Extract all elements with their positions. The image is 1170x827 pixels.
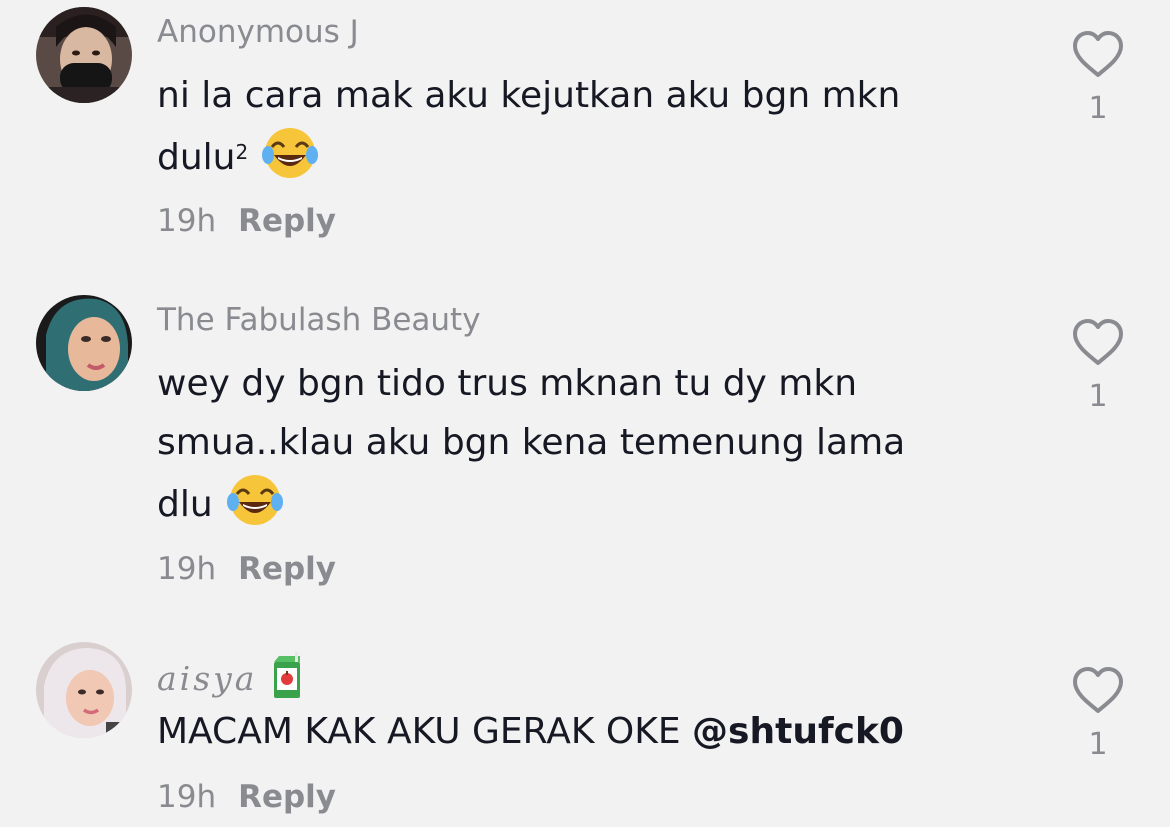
- comment-text: wey dy bgn tido trus mknan tu dy mkn smu…: [157, 354, 1027, 531]
- reply-button[interactable]: Reply: [238, 779, 336, 815]
- comment-meta: 19h Reply: [157, 206, 336, 237]
- like-control: 1: [1070, 666, 1126, 760]
- heart-icon[interactable]: [1071, 30, 1125, 80]
- comment-text-line: smua..klau aku bgn kena temenung lama: [157, 422, 906, 463]
- laughing-emoji-icon: [226, 475, 283, 525]
- comment-text-line: wey dy bgn tido trus mknan tu dy mkn: [157, 363, 858, 404]
- comment-time: 19h: [157, 551, 217, 587]
- avatar[interactable]: [36, 7, 132, 103]
- reply-button[interactable]: Reply: [238, 203, 336, 239]
- avatar[interactable]: [36, 642, 132, 738]
- juice-box-icon: [274, 652, 301, 698]
- comment-text: MACAM KAK AKU GERAK OKE @shtufck0: [157, 702, 1027, 761]
- heart-icon[interactable]: [1071, 666, 1125, 716]
- comment-item: Anonymous J ni la cara mak aku kejutkan …: [0, 0, 1170, 260]
- reply-button[interactable]: Reply: [238, 551, 336, 587]
- comment-time: 19h: [157, 779, 217, 815]
- comment-username-text: aisya: [157, 659, 258, 698]
- avatar[interactable]: [36, 295, 132, 391]
- comment-text-line: ni la cara mak aku kejutkan aku bgn mkn: [157, 75, 901, 116]
- like-count: 1: [1088, 379, 1108, 414]
- superscript: 2: [235, 140, 249, 164]
- comment-text-line: dulu2: [157, 125, 1027, 184]
- comment-username[interactable]: The Fabulash Beauty: [157, 305, 481, 336]
- comment-text: ni la cara mak aku kejutkan aku bgn mkn …: [157, 66, 1027, 184]
- comment-username[interactable]: Anonymous J: [157, 17, 359, 48]
- comment-text-line: dlu: [157, 472, 1027, 531]
- like-count: 1: [1088, 91, 1108, 126]
- comment-text-fragment: MACAM KAK AKU GERAK OKE: [157, 711, 693, 752]
- heart-icon[interactable]: [1071, 318, 1125, 368]
- laughing-emoji-icon: [262, 128, 319, 178]
- comment-text-fragment: dlu: [157, 484, 213, 525]
- comment-text-fragment: dulu: [157, 137, 236, 178]
- like-control: 1: [1070, 318, 1126, 412]
- comment-item: aisya MACAM KAK AKU GERAK OKE @shtufck0 …: [0, 640, 1170, 827]
- comment-username[interactable]: aisya: [157, 652, 305, 700]
- comment-meta: 19h Reply: [157, 554, 336, 585]
- user-mention-link[interactable]: @shtufck0: [692, 711, 904, 752]
- comment-time: 19h: [157, 203, 217, 239]
- like-control: 1: [1070, 30, 1126, 124]
- comment-meta: 19h Reply: [157, 782, 336, 813]
- comment-item: The Fabulash Beauty wey dy bgn tido trus…: [0, 290, 1170, 590]
- comment-text-line: MACAM KAK AKU GERAK OKE @shtufck0: [157, 702, 1027, 761]
- like-count: 1: [1088, 727, 1108, 762]
